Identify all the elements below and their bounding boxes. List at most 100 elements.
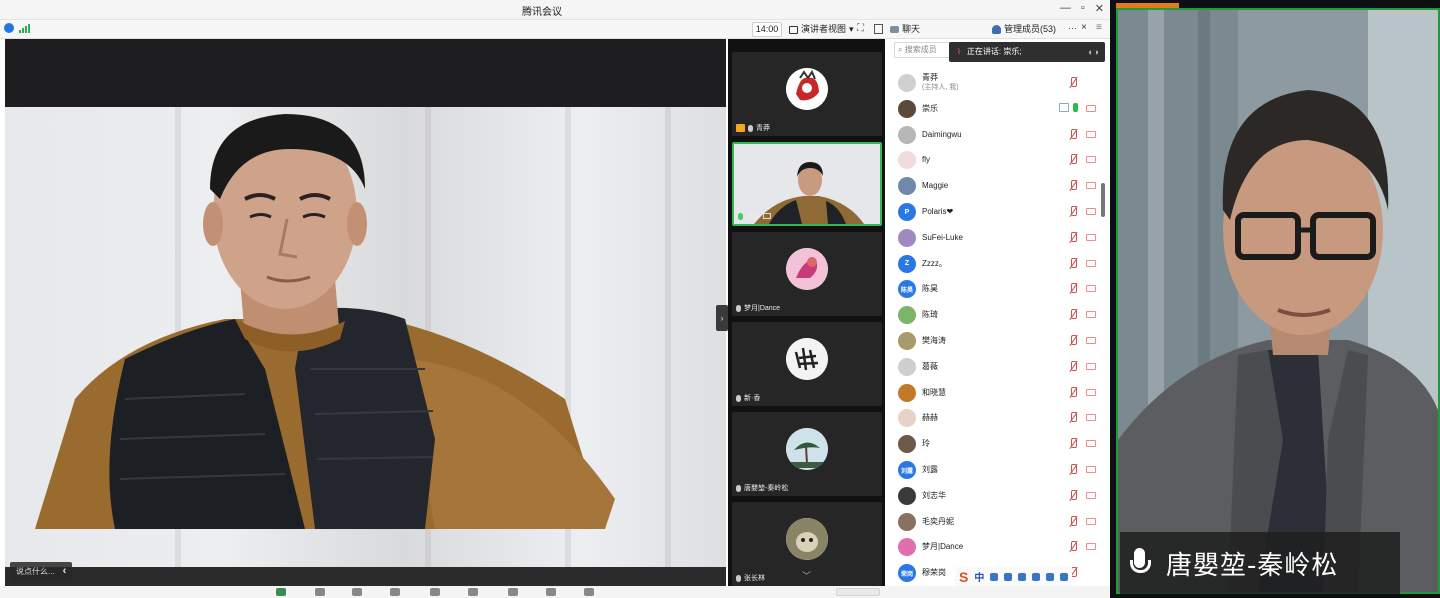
settings-icon[interactable] [546, 588, 556, 596]
member-row[interactable]: 崇乐 [898, 96, 1106, 122]
ime-toolbar[interactable]: S 中 [955, 567, 1073, 586]
camera-off-icon[interactable] [1086, 130, 1096, 138]
mic-off-icon[interactable] [1069, 180, 1077, 191]
maximize-button[interactable]: ▫ [1081, 2, 1085, 15]
ime-toolbox-icon[interactable] [1060, 572, 1069, 581]
member-row[interactable]: Daimingwu [898, 122, 1106, 148]
ime-emoji-icon[interactable] [1004, 572, 1013, 581]
member-row[interactable]: fly [898, 147, 1106, 173]
member-row[interactable]: 樊海涛 [898, 328, 1106, 354]
panel-menu-icon[interactable]: ≡ [1096, 22, 1102, 33]
record-icon[interactable] [468, 588, 478, 596]
member-row[interactable]: 陈琦 [898, 302, 1106, 328]
meeting-info-icon[interactable] [4, 23, 14, 33]
member-row[interactable]: 葛薇 [898, 354, 1106, 380]
member-row[interactable]: 赫赫 [898, 405, 1106, 431]
scroll-down-icon[interactable]: ﹀ [802, 569, 811, 582]
more-icon[interactable] [584, 588, 594, 596]
ime-punctuation-icon[interactable] [990, 572, 999, 581]
close-panel-button[interactable]: × [1081, 22, 1087, 33]
mic-off-icon[interactable] [1069, 283, 1077, 294]
mute-icon[interactable] [276, 588, 286, 596]
member-row[interactable]: 青莽 (主持人, 我) [898, 70, 1106, 96]
camera-off-icon[interactable] [1086, 104, 1096, 112]
camera-off-icon[interactable] [1086, 362, 1096, 370]
camera-off-icon[interactable] [1086, 543, 1096, 551]
member-row[interactable]: 刘露 刘露 [898, 457, 1106, 483]
member-row[interactable]: P Polaris❤ [898, 199, 1106, 225]
member-row[interactable]: 毛奕丹妮 [898, 509, 1106, 535]
view-switch-button[interactable]: 演讲者视图 ▾ [789, 22, 854, 37]
ime-language-toggle[interactable]: 中 [974, 569, 984, 584]
mic-off-icon[interactable] [1069, 77, 1077, 88]
fullscreen-icon[interactable]: ⛶ [857, 23, 864, 34]
mic-off-icon[interactable] [1069, 360, 1077, 372]
ime-skin-icon[interactable] [1046, 572, 1055, 581]
more-options-button[interactable]: ··· [1068, 23, 1077, 33]
camera-off-icon[interactable] [1086, 388, 1096, 396]
member-row[interactable]: 陈昊 陈昊 [898, 276, 1106, 302]
participant-tile[interactable]: 唐嬰堃-秦岭松 [732, 412, 882, 496]
share-icon[interactable] [352, 588, 362, 596]
member-row[interactable]: Z Zzzz。 [898, 251, 1106, 277]
apps-icon[interactable] [508, 588, 518, 596]
layout-icon[interactable] [874, 24, 883, 34]
mic-off-icon[interactable] [1069, 206, 1077, 217]
camera-off-icon[interactable] [1086, 337, 1096, 344]
mic-off-icon[interactable] [1069, 438, 1077, 449]
mic-off-icon[interactable] [1069, 515, 1077, 527]
mic-off-icon[interactable] [1069, 489, 1077, 501]
member-list-scrollbar[interactable] [1101, 183, 1105, 217]
ime-voice-icon[interactable] [1018, 572, 1027, 581]
collapse-thumbnails-handle[interactable]: › [716, 305, 728, 331]
mic-off-icon[interactable] [1069, 257, 1077, 269]
mic-off-icon[interactable] [1069, 412, 1077, 423]
members-icon[interactable] [390, 588, 400, 596]
mic-off-icon[interactable] [1069, 541, 1077, 552]
video-icon[interactable] [315, 588, 325, 596]
member-row[interactable]: 和晓慧 [898, 380, 1106, 406]
network-status[interactable] [4, 23, 30, 33]
screen-share-icon[interactable] [1059, 102, 1069, 112]
mic-off-icon[interactable] [1069, 309, 1077, 320]
camera-off-icon[interactable] [1086, 285, 1096, 293]
minimize-button[interactable]: — [1060, 2, 1071, 15]
member-row[interactable]: 刘志华 [898, 483, 1106, 509]
camera-off-icon[interactable] [1086, 466, 1096, 473]
leave-meeting-button[interactable] [836, 588, 880, 596]
collapse-chat-icon[interactable]: ‹ [63, 565, 67, 577]
ime-keyboard-icon[interactable] [1032, 572, 1041, 581]
camera-off-icon[interactable] [1086, 259, 1096, 267]
camera-off-icon[interactable] [1086, 156, 1096, 164]
member-row[interactable]: SuFei-Luke [898, 225, 1106, 251]
mic-off-icon[interactable] [1069, 128, 1077, 140]
tab-chat[interactable]: 聊天 [890, 22, 920, 37]
participant-tile[interactable]: 青莽 [732, 52, 882, 136]
participant-tile[interactable]: 梦月|Dance [732, 232, 882, 316]
camera-off-icon[interactable] [1086, 208, 1096, 215]
chat-input-bar[interactable]: 说点什么... ‹ [10, 562, 73, 580]
mic-off-icon[interactable] [1069, 464, 1077, 475]
camera-off-icon[interactable] [1086, 414, 1096, 422]
member-row[interactable]: Maggie [898, 173, 1106, 199]
mic-off-icon[interactable] [1069, 335, 1077, 346]
mic-off-icon[interactable] [1069, 231, 1077, 243]
mic-on-icon[interactable] [1073, 102, 1078, 112]
tab-members[interactable]: 管理成员(53) [992, 22, 1056, 37]
camera-off-icon[interactable] [1086, 311, 1096, 319]
sogou-ime-icon[interactable]: S [959, 569, 968, 585]
member-row[interactable]: 梦月|Dance [898, 534, 1106, 560]
close-window-button[interactable]: ✕ [1095, 2, 1104, 15]
main-speaker-video[interactable]: 说点什么... ‹ [5, 39, 726, 586]
chat-input-placeholder[interactable]: 说点什么... [16, 566, 55, 577]
camera-off-icon[interactable] [1086, 517, 1096, 525]
participant-tile-active[interactable]: 崇乐 [732, 142, 882, 226]
camera-off-icon[interactable] [1086, 182, 1096, 190]
camera-off-icon[interactable] [1086, 440, 1096, 448]
mic-off-icon[interactable] [1069, 386, 1077, 398]
participant-tile[interactable]: 新·香 [732, 322, 882, 406]
member-search-input[interactable]: ⌕ 搜索成员 [894, 42, 954, 58]
camera-off-icon[interactable] [1086, 233, 1096, 241]
camera-off-icon[interactable] [1086, 491, 1096, 499]
mic-off-icon[interactable] [1069, 154, 1077, 165]
